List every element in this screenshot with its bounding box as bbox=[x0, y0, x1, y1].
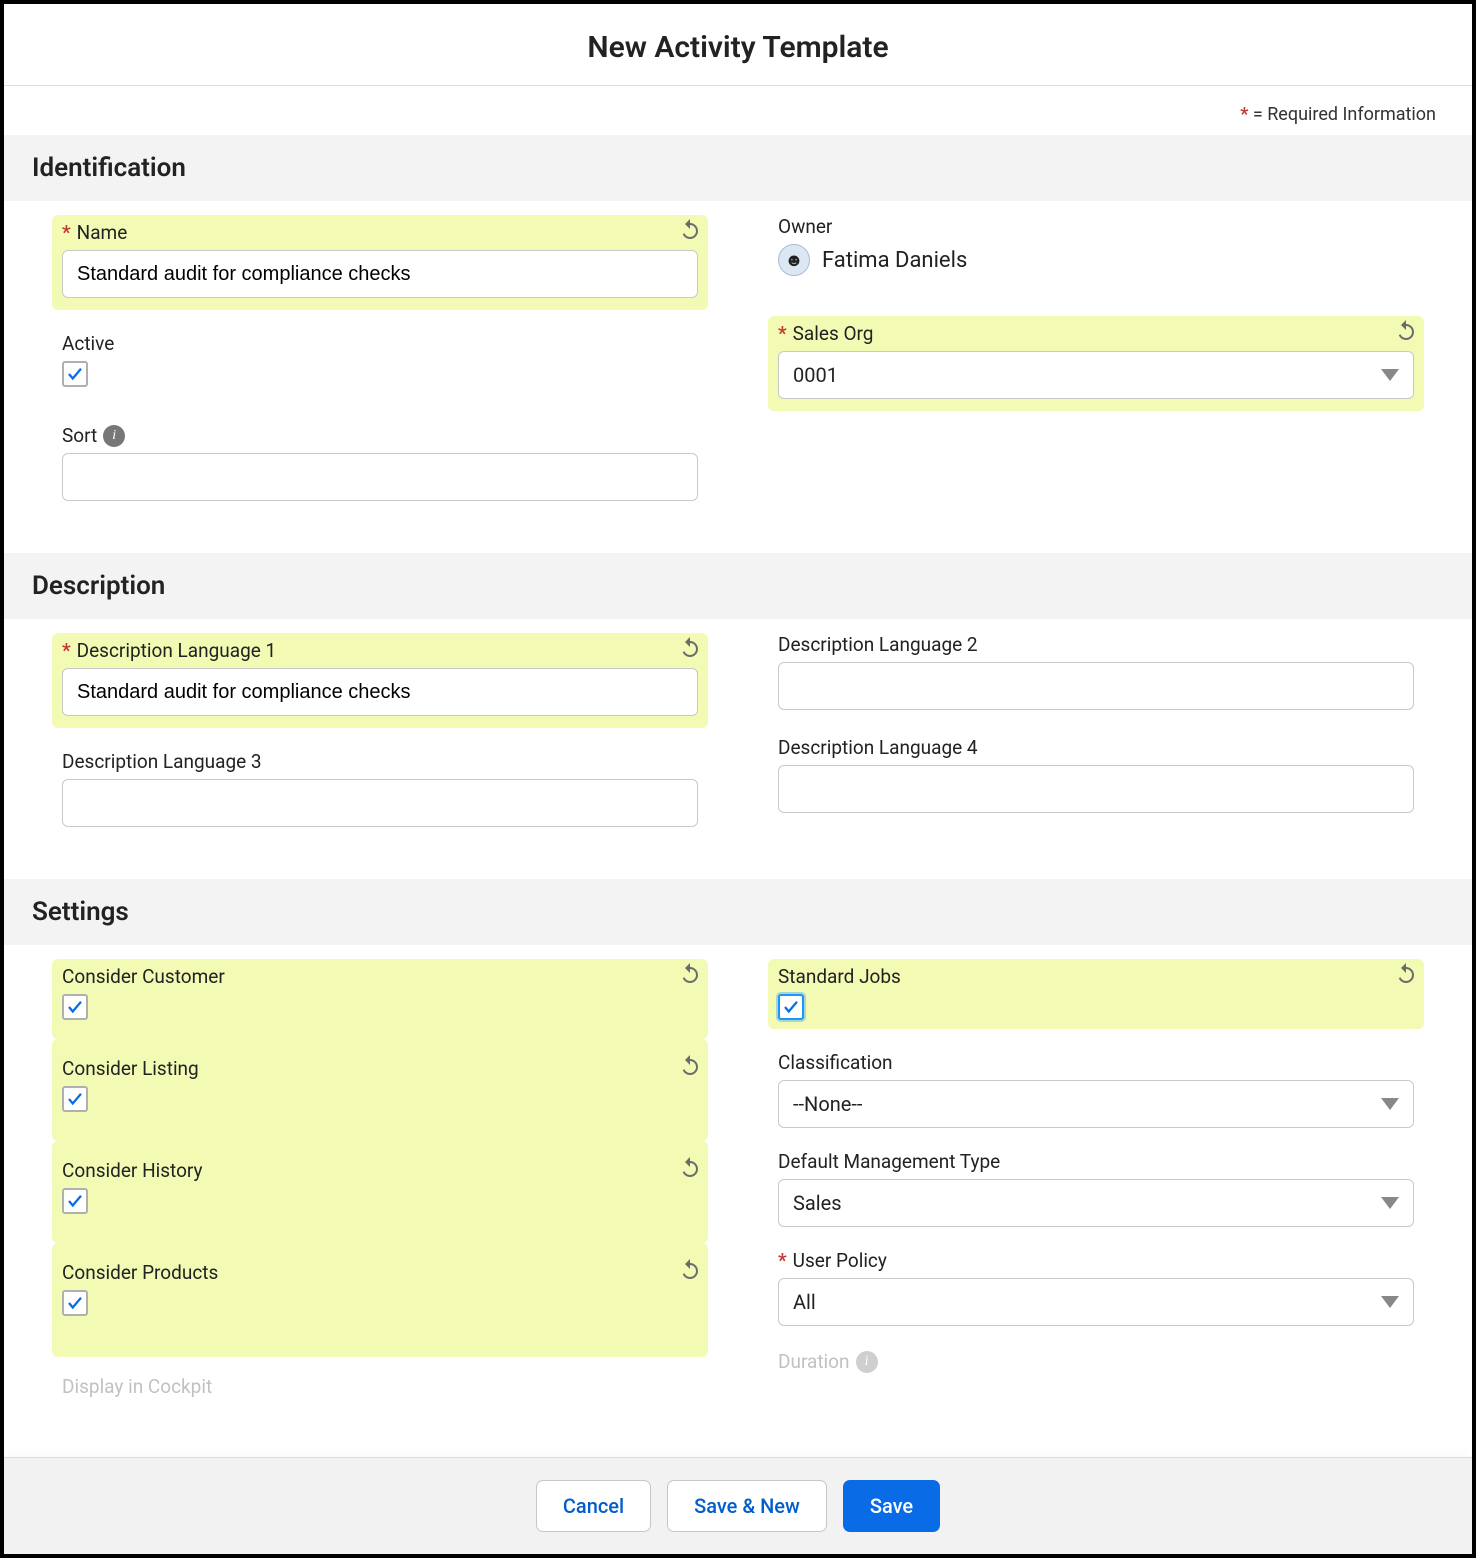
desc-lang1-input[interactable] bbox=[62, 668, 698, 716]
cancel-button[interactable]: Cancel bbox=[536, 1480, 651, 1532]
sort-label-text: Sort bbox=[62, 424, 97, 447]
duration-label-text: Duration bbox=[778, 1350, 850, 1373]
sales-org-select[interactable]: 0001 bbox=[778, 351, 1414, 399]
classification-field: Classification --None-- bbox=[778, 1051, 1414, 1128]
section-body-description: * Description Language 1 Description Lang… bbox=[4, 619, 1472, 879]
owner-value: ☻ Fatima Daniels bbox=[778, 244, 1414, 276]
desc-lang2-input[interactable] bbox=[778, 662, 1414, 710]
default-mgmt-label: Default Management Type bbox=[778, 1150, 1414, 1173]
user-policy-select[interactable]: All bbox=[778, 1278, 1414, 1326]
consider-history-checkbox[interactable] bbox=[62, 1188, 88, 1214]
info-icon[interactable]: i bbox=[103, 425, 125, 447]
default-mgmt-value: Sales bbox=[793, 1191, 842, 1215]
owner-label: Owner bbox=[778, 215, 1414, 238]
sort-field: Sort i bbox=[62, 424, 698, 501]
default-mgmt-select[interactable]: Sales bbox=[778, 1179, 1414, 1227]
info-icon: i bbox=[856, 1351, 878, 1373]
sales-org-field: * Sales Org 0001 bbox=[768, 316, 1424, 411]
active-field: Active bbox=[62, 332, 698, 388]
desc-lang3-label: Description Language 3 bbox=[62, 750, 698, 773]
consider-listing-field: Consider Listing bbox=[52, 1039, 708, 1141]
chevron-down-icon bbox=[1381, 1197, 1399, 1209]
consider-customer-field: Consider Customer bbox=[52, 959, 708, 1039]
desc-lang3-field: Description Language 3 bbox=[62, 750, 698, 827]
consider-customer-checkbox[interactable] bbox=[62, 994, 88, 1020]
display-cockpit-field: Display in Cockpit bbox=[62, 1375, 698, 1398]
desc-lang4-input[interactable] bbox=[778, 765, 1414, 813]
sort-input[interactable] bbox=[62, 453, 698, 501]
required-star-icon: * bbox=[62, 221, 71, 244]
desc-lang1-field: * Description Language 1 bbox=[52, 633, 708, 728]
required-legend: * = Required Information bbox=[4, 86, 1472, 135]
undo-icon[interactable] bbox=[678, 635, 702, 659]
standard-jobs-label: Standard Jobs bbox=[778, 965, 1414, 988]
required-legend-text: = Required Information bbox=[1253, 104, 1436, 125]
user-policy-field: * User Policy All bbox=[778, 1249, 1414, 1326]
name-input[interactable] bbox=[62, 250, 698, 298]
classification-value: --None-- bbox=[793, 1092, 862, 1116]
section-body-settings: Consider Customer Consider Listing Consi… bbox=[4, 945, 1472, 1450]
desc-lang3-input[interactable] bbox=[62, 779, 698, 827]
undo-icon[interactable] bbox=[678, 961, 702, 985]
chevron-down-icon bbox=[1381, 369, 1399, 381]
required-star-icon: * bbox=[778, 1249, 787, 1272]
desc-lang4-field: Description Language 4 bbox=[778, 736, 1414, 813]
owner-field: Owner ☻ Fatima Daniels bbox=[778, 215, 1414, 276]
save-and-new-button[interactable]: Save & New bbox=[667, 1480, 827, 1532]
chevron-down-icon bbox=[1381, 1098, 1399, 1110]
required-star-icon: * bbox=[778, 322, 787, 345]
undo-icon[interactable] bbox=[678, 1053, 702, 1077]
name-label-text: Name bbox=[77, 221, 128, 244]
user-policy-label: * User Policy bbox=[778, 1249, 1414, 1272]
sort-label: Sort i bbox=[62, 424, 698, 447]
consider-customer-label: Consider Customer bbox=[62, 965, 698, 988]
active-label: Active bbox=[62, 332, 698, 355]
chevron-down-icon bbox=[1381, 1296, 1399, 1308]
avatar-icon: ☻ bbox=[778, 244, 810, 276]
save-button[interactable]: Save bbox=[843, 1480, 940, 1532]
user-policy-label-text: User Policy bbox=[793, 1249, 887, 1272]
name-field: * Name bbox=[52, 215, 708, 310]
display-cockpit-label: Display in Cockpit bbox=[62, 1375, 698, 1398]
desc-lang2-field: Description Language 2 bbox=[778, 633, 1414, 710]
consider-products-checkbox[interactable] bbox=[62, 1290, 88, 1316]
section-header-identification: Identification bbox=[4, 135, 1472, 201]
undo-icon[interactable] bbox=[1394, 961, 1418, 985]
sales-org-value: 0001 bbox=[793, 363, 838, 387]
user-policy-value: All bbox=[793, 1290, 816, 1314]
undo-icon[interactable] bbox=[1394, 318, 1418, 342]
section-header-description: Description bbox=[4, 553, 1472, 619]
consider-listing-checkbox[interactable] bbox=[62, 1086, 88, 1112]
consider-history-label: Consider History bbox=[62, 1159, 698, 1182]
owner-name-text: Fatima Daniels bbox=[822, 248, 967, 273]
consider-products-label: Consider Products bbox=[62, 1261, 698, 1284]
active-checkbox[interactable] bbox=[62, 361, 88, 387]
desc-lang1-label: * Description Language 1 bbox=[62, 639, 698, 662]
undo-icon[interactable] bbox=[678, 1257, 702, 1281]
standard-jobs-field: Standard Jobs bbox=[768, 959, 1424, 1029]
desc-lang4-label: Description Language 4 bbox=[778, 736, 1414, 759]
dialog-title: New Activity Template bbox=[4, 4, 1472, 86]
duration-field: Duration i bbox=[778, 1350, 1414, 1373]
classification-select[interactable]: --None-- bbox=[778, 1080, 1414, 1128]
name-label: * Name bbox=[62, 221, 698, 244]
default-mgmt-field: Default Management Type Sales bbox=[778, 1150, 1414, 1227]
desc-lang2-label: Description Language 2 bbox=[778, 633, 1414, 656]
section-body-identification: * Name Active Sort i Owner ☻ Fatima Danie… bbox=[4, 201, 1472, 553]
undo-icon[interactable] bbox=[678, 1155, 702, 1179]
consider-listing-label: Consider Listing bbox=[62, 1057, 698, 1080]
desc-lang1-label-text: Description Language 1 bbox=[77, 639, 277, 662]
section-header-settings: Settings bbox=[4, 879, 1472, 945]
required-star-icon: * bbox=[1240, 104, 1248, 125]
consider-products-field: Consider Products bbox=[52, 1243, 708, 1357]
classification-label: Classification bbox=[778, 1051, 1414, 1074]
button-bar: Cancel Save & New Save bbox=[4, 1457, 1472, 1554]
consider-history-field: Consider History bbox=[52, 1141, 708, 1243]
duration-label: Duration i bbox=[778, 1350, 1414, 1373]
sales-org-label-text: Sales Org bbox=[793, 322, 874, 345]
undo-icon[interactable] bbox=[678, 217, 702, 241]
required-star-icon: * bbox=[62, 639, 71, 662]
standard-jobs-checkbox[interactable] bbox=[778, 994, 804, 1020]
sales-org-label: * Sales Org bbox=[778, 322, 1414, 345]
